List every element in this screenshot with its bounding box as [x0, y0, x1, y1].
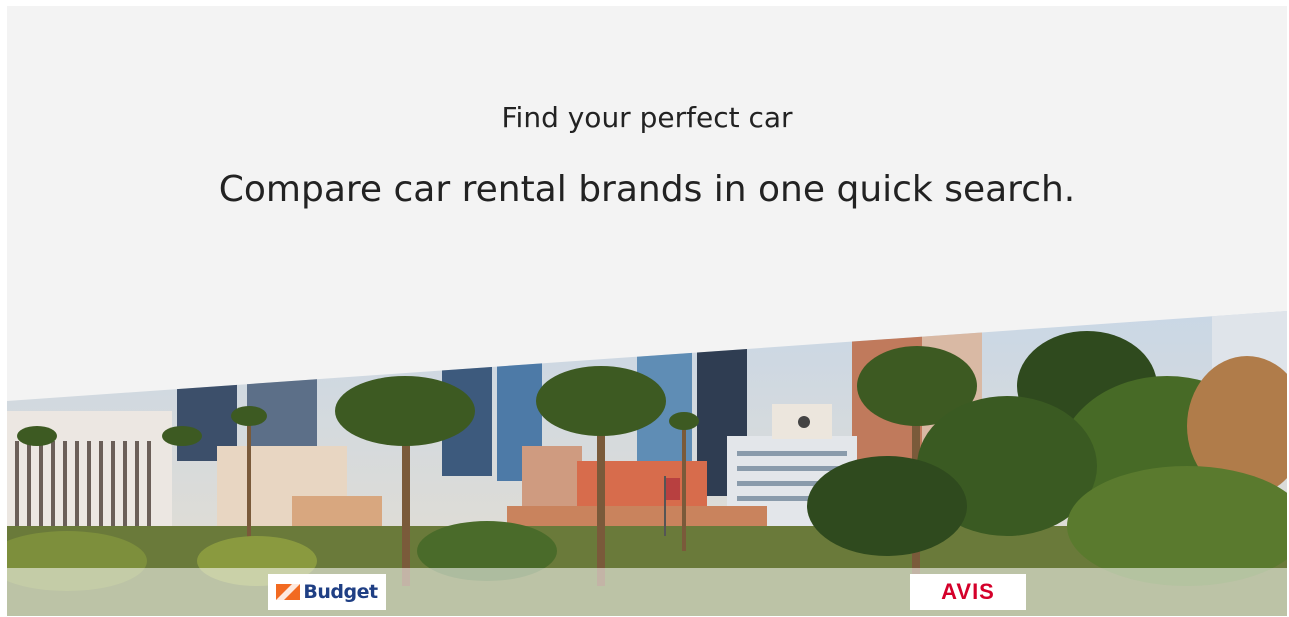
city-skyline-image: [7, 311, 1287, 616]
hero-banner: Find your perfect car Compare car rental…: [7, 6, 1287, 616]
avis-logo-text: AVIS: [941, 579, 995, 604]
avis-logo: AVIS: [910, 574, 1026, 610]
budget-logo: Budget: [268, 574, 386, 610]
budget-logo-icon: [276, 584, 301, 600]
brand-logo-strip: Budget AVIS: [7, 568, 1287, 616]
budget-logo-text: Budget: [303, 581, 378, 603]
